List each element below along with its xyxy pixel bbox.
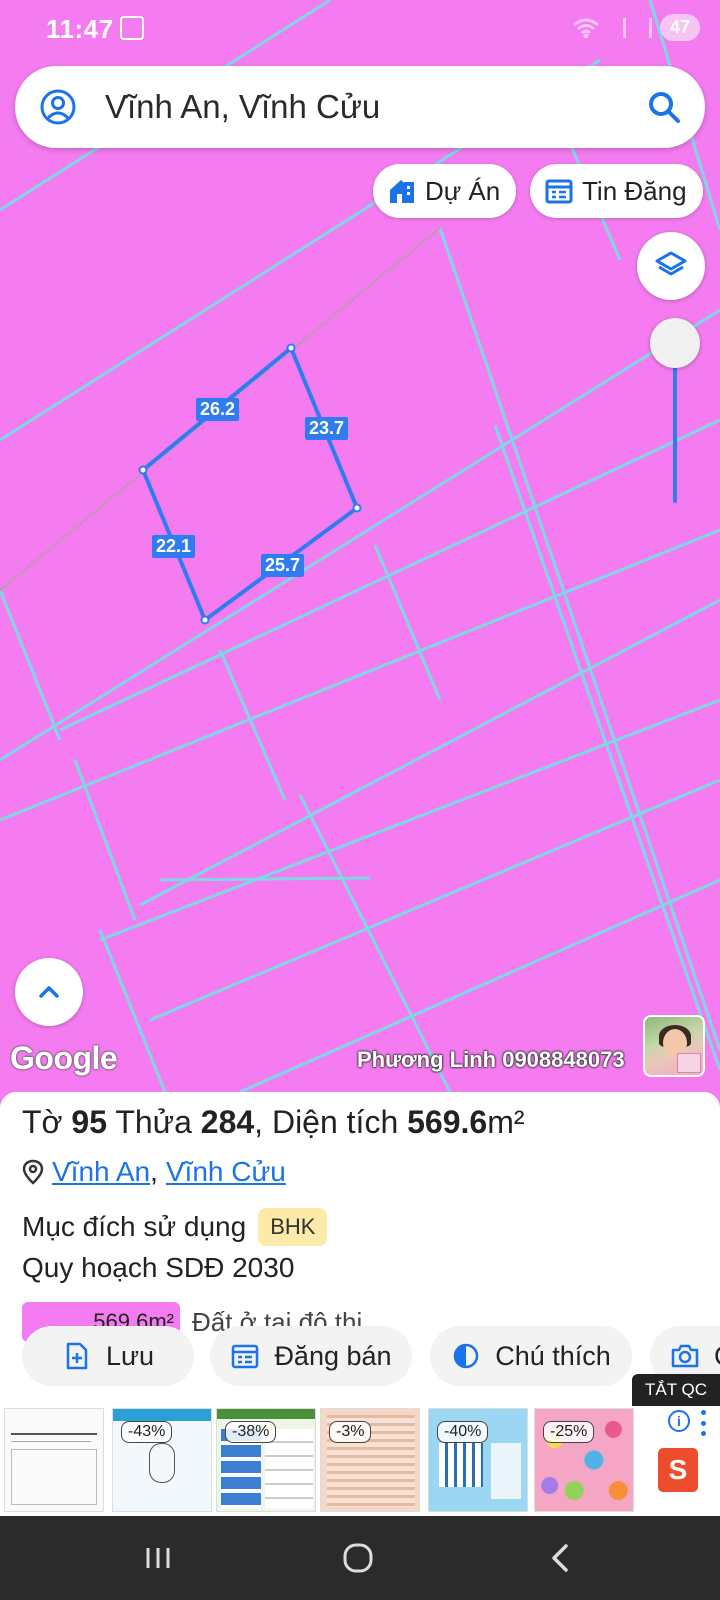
- watermark-photo: [643, 1015, 705, 1077]
- edge-label-top: 26.2: [196, 398, 240, 421]
- battery-indicator: 47: [659, 14, 700, 41]
- edge-label-bottom: 25.7: [261, 554, 305, 577]
- legend-button-label: Chú thích: [495, 1340, 611, 1371]
- status-icons: 47: [572, 14, 700, 41]
- plot-label: Thửa: [115, 1104, 192, 1140]
- file-plus-icon: [66, 1342, 88, 1370]
- status-bar: 11:47 47: [0, 0, 720, 60]
- ad-discount-badge: -40%: [437, 1421, 489, 1443]
- ad-discount-badge: -38%: [225, 1421, 277, 1443]
- expand-panel-button[interactable]: [15, 958, 83, 1026]
- system-nav-bar: [0, 1516, 720, 1600]
- ad-product-3[interactable]: -38%: [216, 1408, 316, 1512]
- save-button-label: Lưu: [105, 1340, 155, 1371]
- half-circle-icon: [453, 1343, 479, 1369]
- area-unit: m²: [487, 1104, 525, 1140]
- signal-icon-2: [634, 17, 652, 38]
- parcel-title: Tờ 95 Thửa 284, Diện tích 569.6m²: [22, 1104, 525, 1141]
- sell-button-label: Đăng bán: [274, 1340, 392, 1371]
- layers-button[interactable]: [637, 232, 705, 300]
- sheet-number: 95: [71, 1104, 108, 1140]
- area-label: , Diện tích: [254, 1104, 399, 1140]
- legend-button[interactable]: Chú thích: [430, 1326, 632, 1386]
- projects-chip[interactable]: Dự Án: [373, 164, 517, 218]
- purpose-label: Mục đích sử dụng: [22, 1211, 247, 1242]
- search-input[interactable]: Vĩnh An, Vĩnh Cửu: [105, 88, 380, 126]
- screenshot-icon: [120, 16, 144, 40]
- ad-discount-badge: -43%: [121, 1421, 173, 1443]
- layers-icon: [655, 251, 687, 276]
- edge-label-left: 22.1: [152, 535, 196, 558]
- back-icon[interactable]: [542, 1540, 578, 1576]
- signal-icon: [608, 17, 626, 38]
- search-bar[interactable]: Vĩnh An, Vĩnh Cửu: [15, 66, 705, 148]
- save-button[interactable]: Lưu: [22, 1326, 194, 1386]
- ad-info-icon[interactable]: i: [668, 1410, 690, 1432]
- more-vert-icon[interactable]: [698, 1410, 708, 1436]
- ad-product-4[interactable]: -3%: [320, 1408, 420, 1512]
- chevron-up-icon: [39, 986, 59, 998]
- ad-product-1[interactable]: [4, 1408, 104, 1512]
- ad-product-6[interactable]: -25%: [534, 1408, 634, 1512]
- opacity-slider[interactable]: [648, 318, 702, 508]
- plot-number: 284: [200, 1104, 255, 1140]
- status-time: 11:47: [46, 14, 114, 44]
- location-separator: ,: [150, 1156, 158, 1187]
- listings-chip-label: Tin Đăng: [582, 175, 687, 206]
- action-buttons: Lưu Đăng bán Chú thích C: [22, 1326, 720, 1386]
- sell-button[interactable]: Đăng bán: [210, 1326, 412, 1386]
- edge-label-right: 23.7: [305, 417, 349, 440]
- area-value: 569.6: [407, 1104, 488, 1140]
- location-row: Vĩnh An, Vĩnh Cửu: [22, 1156, 286, 1188]
- plan-label: Quy hoạch SDĐ 2030: [22, 1252, 295, 1283]
- user-circle-icon[interactable]: [39, 88, 77, 126]
- sheet-label: Tờ: [22, 1104, 63, 1140]
- calendar-list-icon: [232, 1344, 259, 1369]
- slider-thumb[interactable]: [650, 318, 700, 368]
- close-ad-button[interactable]: TẮT QC: [632, 1374, 720, 1406]
- google-logo: Google: [10, 1040, 118, 1076]
- calendar-list-icon: [545, 179, 573, 204]
- camera-plus-icon: [671, 1344, 699, 1368]
- ad-product-5[interactable]: -40%: [428, 1408, 528, 1512]
- shopee-logo[interactable]: S: [658, 1448, 698, 1492]
- projects-chip-label: Dự Án: [425, 175, 501, 206]
- search-icon[interactable]: [645, 88, 683, 126]
- photo-button-label: C: [714, 1341, 720, 1372]
- district-link[interactable]: Vĩnh Cửu: [166, 1156, 286, 1188]
- location-pin-icon: [22, 1159, 44, 1185]
- purpose-badge: BHK: [258, 1208, 328, 1246]
- building-icon: [390, 180, 414, 203]
- purpose-row: Mục đích sử dụng BHK: [22, 1208, 328, 1246]
- ad-discount-badge: -25%: [543, 1421, 595, 1443]
- recents-icon[interactable]: [140, 1540, 176, 1576]
- home-icon[interactable]: [340, 1540, 376, 1576]
- ad-product-2[interactable]: -43%: [112, 1408, 212, 1512]
- watermark-text: Phương Linh 0908848073: [357, 1047, 625, 1072]
- listings-chip[interactable]: Tin Đăng: [530, 164, 703, 218]
- wifi-icon: [573, 18, 599, 38]
- parcel-outline[interactable]: [140, 344, 360, 624]
- ad-discount-badge: -3%: [329, 1421, 372, 1443]
- ward-link[interactable]: Vĩnh An: [52, 1156, 150, 1188]
